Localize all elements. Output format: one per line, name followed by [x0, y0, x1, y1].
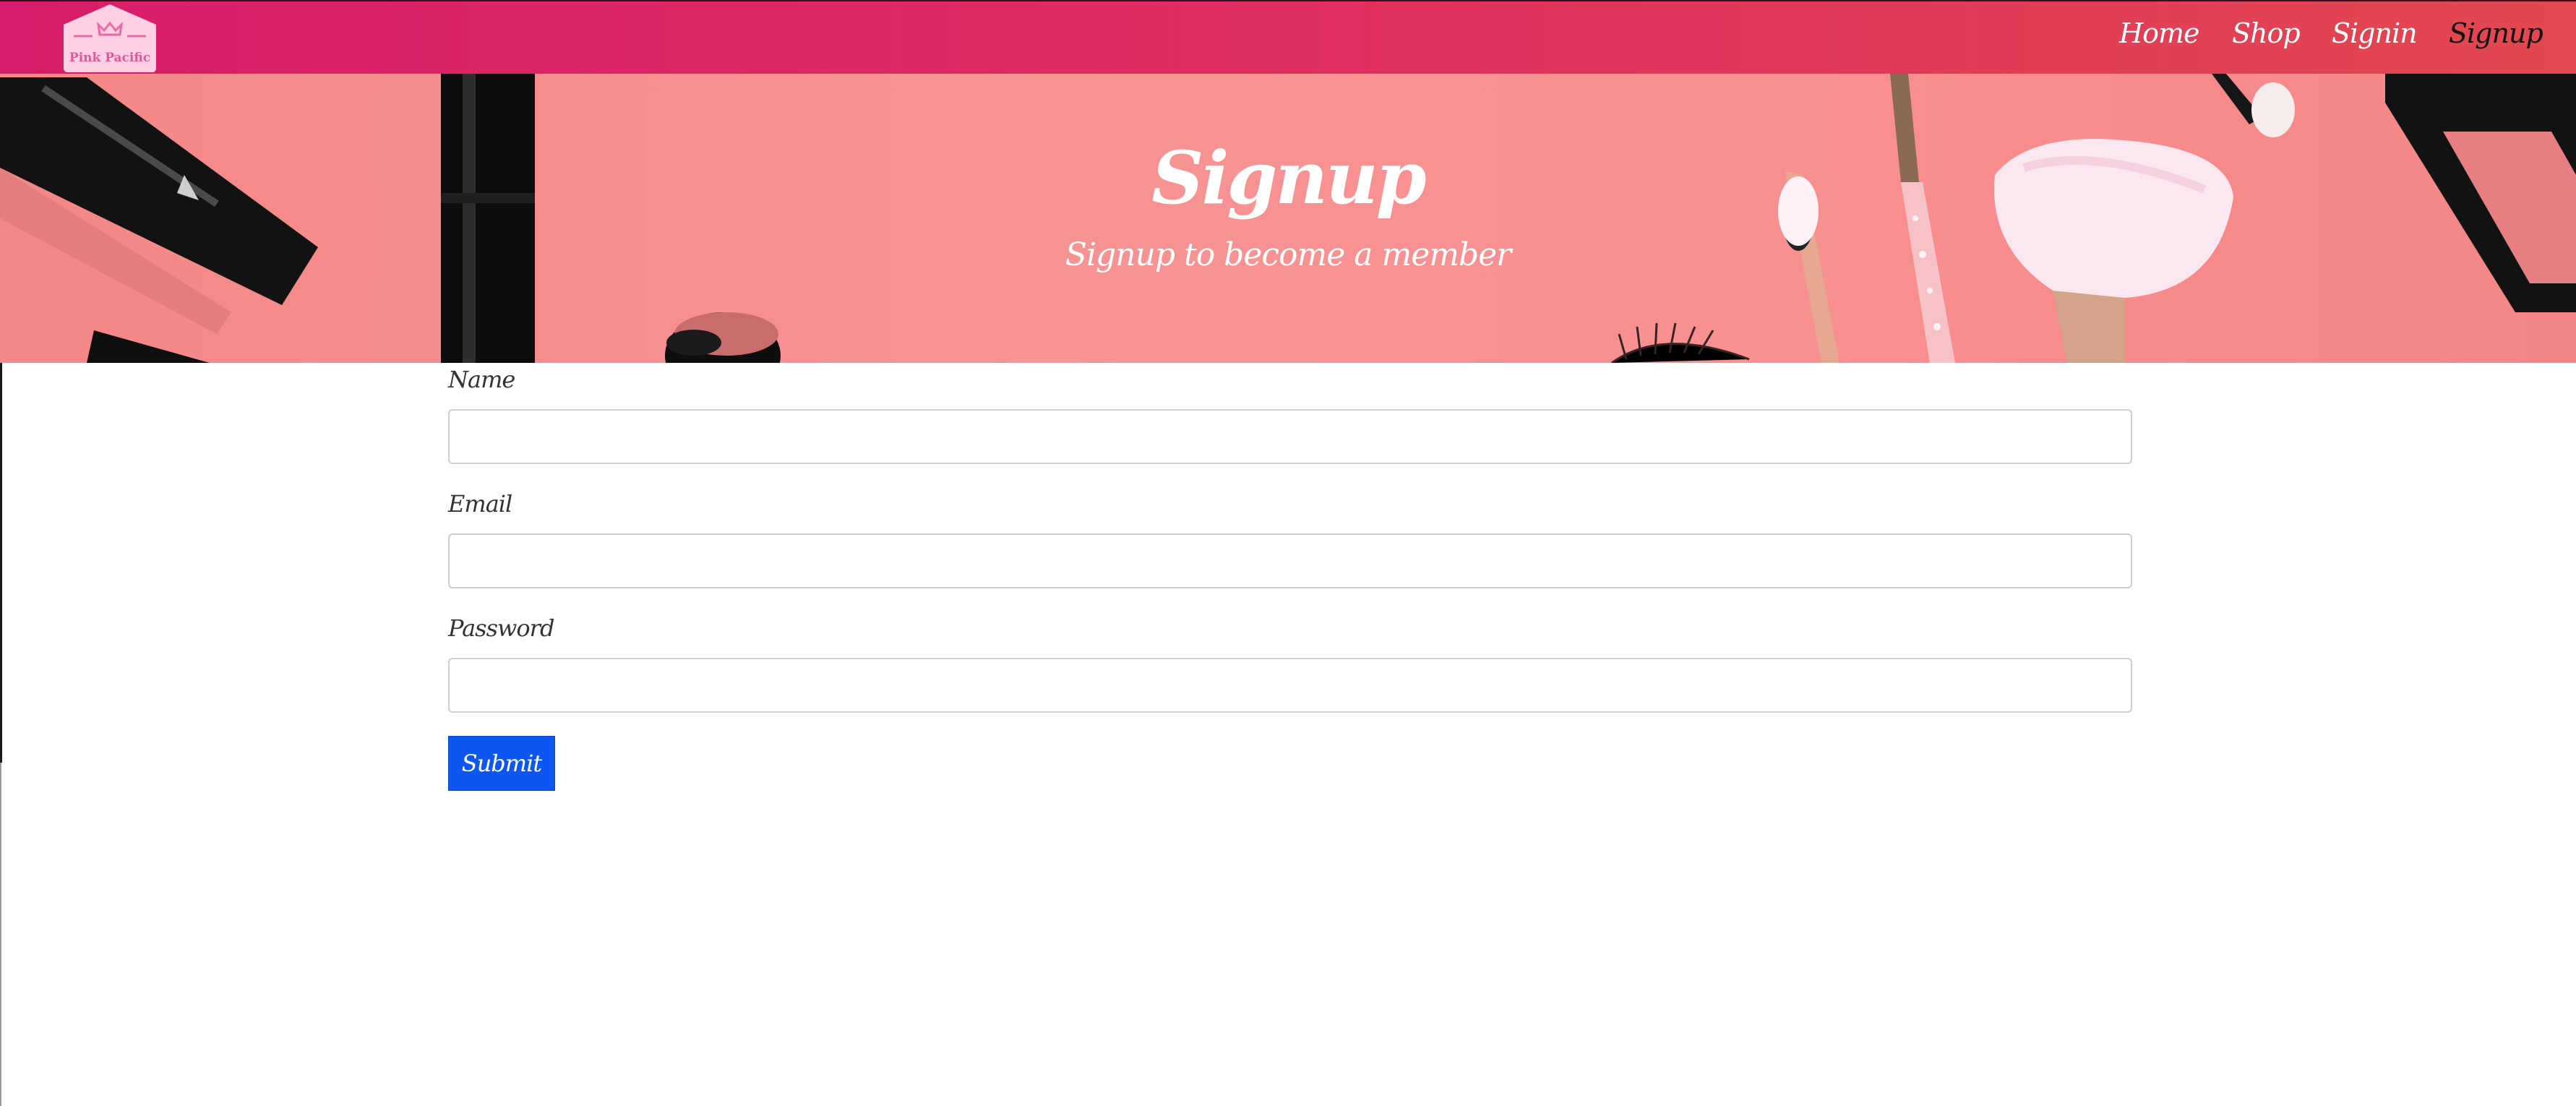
window-edge [0, 763, 1, 1106]
nav-signup-link[interactable]: Signup [2449, 17, 2543, 49]
nav-home-link[interactable]: Home [2119, 17, 2200, 49]
brand-logo[interactable]: Pink Pacific [58, 3, 162, 74]
password-label: Password [448, 614, 554, 642]
submit-button[interactable]: Submit [448, 736, 555, 791]
email-field[interactable] [448, 533, 2132, 588]
logo-text: Pink Pacific [69, 51, 151, 65]
email-label: Email [448, 490, 512, 518]
name-field[interactable] [448, 409, 2132, 464]
nav-shop-link[interactable]: Shop [2232, 17, 2301, 49]
password-field[interactable] [448, 658, 2132, 713]
page-subtitle: Signup to become a member [1065, 236, 1511, 273]
page-title: Signup [1151, 135, 1426, 220]
navbar: Pink Pacific Home Shop Signin Signup [0, 0, 2576, 74]
name-label: Name [448, 366, 515, 393]
hero-banner: Signup Signup to become a member [0, 74, 2576, 363]
nav-signin-link[interactable]: Signin [2332, 17, 2418, 49]
